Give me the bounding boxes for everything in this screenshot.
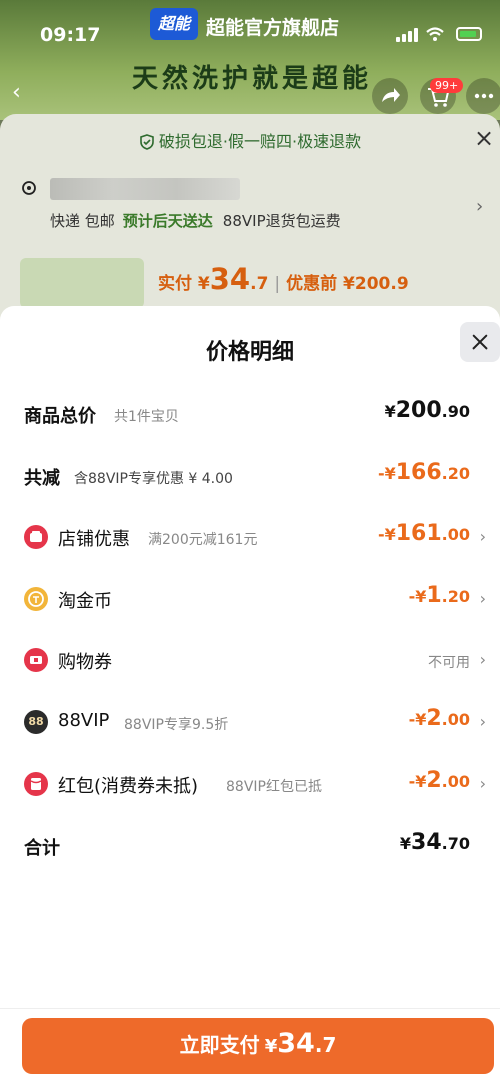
- row-88vip[interactable]: 88 88VIP 88VIP专享9.5折 -¥2.00 ›: [0, 702, 500, 742]
- pay-button-content: 立即支付 ¥34.7: [22, 1018, 494, 1059]
- chevron-right-icon: ›: [479, 774, 486, 793]
- shield-check-icon: [140, 134, 154, 150]
- battery-icon: [456, 27, 482, 41]
- row-label: 购物券: [58, 652, 112, 673]
- guarantee-banner: 破损包退·假一赔四·极速退款: [0, 128, 500, 152]
- row-total-discount: 共减 含88VIP专享优惠 ¥ 4.00 -¥166.20: [0, 456, 500, 496]
- actual-label: 实付 ¥: [158, 274, 210, 294]
- wifi-icon: [426, 27, 444, 41]
- more-icon[interactable]: [466, 78, 500, 114]
- chevron-right-icon: ›: [479, 527, 486, 546]
- row-sub: 共1件宝贝: [114, 409, 179, 425]
- row-label: 合计: [24, 838, 60, 859]
- actual-int: 34: [209, 262, 251, 296]
- cart-badge: 99+: [430, 78, 464, 93]
- store-logo: 超能: [150, 8, 198, 40]
- price-detail-modal: 价格明细 商品总价 共1件宝贝 ¥200.90 共减 含88VIP专享优惠 ¥ …: [0, 306, 500, 1082]
- pay-dec: .7: [314, 1033, 337, 1057]
- row-sub: 88VIP红包已抵: [226, 779, 322, 795]
- row-amount: -¥166.20: [377, 460, 470, 485]
- ship-method: 快递 包邮: [50, 212, 115, 230]
- row-red-packet[interactable]: 红包(消费券未抵) 88VIP红包已抵 -¥2.00 ›: [0, 764, 500, 804]
- modal-title: 价格明细: [205, 340, 294, 365]
- row-label: 商品总价: [24, 406, 96, 427]
- row-shopping-voucher[interactable]: 购物券 不可用 ›: [0, 640, 500, 680]
- guarantee-text: 破损包退·假一赔四·极速退款: [158, 132, 362, 151]
- location-icon: [22, 181, 36, 195]
- row-sub: 含88VIP专享优惠 ¥ 4.00: [74, 471, 233, 487]
- row-label: 88VIP: [58, 710, 110, 731]
- chevron-right-icon: ›: [479, 712, 486, 731]
- row-amount: ¥200.90: [384, 398, 470, 423]
- chevron-right-icon: ›: [479, 650, 486, 669]
- row-amount: -¥2.00: [408, 706, 470, 731]
- coin-icon: [24, 587, 48, 611]
- before-price: 优惠前 ¥200.9: [286, 274, 409, 294]
- row-label: 店铺优惠: [58, 529, 130, 550]
- pay-currency: ¥: [264, 1036, 278, 1057]
- back-icon[interactable]: ‹: [12, 80, 42, 110]
- price-summary[interactable]: 实付 ¥34.7 | 优惠前 ¥200.9: [158, 262, 409, 296]
- chevron-right-icon[interactable]: ›: [476, 196, 483, 217]
- pay-label: 立即支付: [179, 1033, 260, 1057]
- row-amount: -¥1.20: [408, 583, 470, 608]
- row-grand-total: 合计 ¥34.70: [0, 826, 500, 866]
- product-thumbnail[interactable]: [20, 258, 144, 308]
- actual-dec: .7: [250, 274, 269, 294]
- shipping-info: 快递 包邮 预计后天送达 88VIP退货包运费: [50, 210, 341, 231]
- vip-icon: 88: [24, 710, 48, 734]
- row-sub: 88VIP专享9.5折: [124, 717, 229, 733]
- share-icon[interactable]: [372, 78, 408, 114]
- row-status: 不可用: [428, 655, 470, 671]
- row-total-goods: 商品总价 共1件宝贝 ¥200.90: [0, 394, 500, 434]
- store-slogan: 天然洗护就是超能: [132, 64, 373, 94]
- status-time: 09:17: [40, 24, 101, 46]
- ship-vip: 88VIP退货包运费: [222, 212, 341, 230]
- row-label: 共减: [24, 468, 60, 489]
- red-packet-icon: [24, 772, 48, 796]
- store-coupon-icon: [24, 525, 48, 549]
- row-amount: ¥34.70: [399, 830, 470, 855]
- ship-eta: 预计后天送达: [122, 212, 213, 230]
- row-sub: 满200元减161元: [148, 532, 258, 548]
- address-redacted[interactable]: [50, 178, 240, 200]
- signal-icon: [396, 28, 418, 42]
- row-store-discount[interactable]: 店铺优惠 满200元减161元 -¥161.00 ›: [0, 517, 500, 557]
- row-amount: -¥2.00: [408, 768, 470, 793]
- close-icon[interactable]: [460, 322, 500, 362]
- pay-int: 34: [277, 1028, 315, 1059]
- row-taojinbi[interactable]: 淘金币 -¥1.20 ›: [0, 579, 500, 619]
- row-amount: -¥161.00: [377, 521, 470, 546]
- row-label: 淘金币: [58, 591, 112, 612]
- store-brand[interactable]: 超能 超能官方旗舰店: [150, 8, 370, 44]
- pay-now-button[interactable]: 立即支付 ¥34.7: [22, 1018, 494, 1074]
- row-label: 红包(消费券未抵): [58, 776, 199, 797]
- close-sheet-icon[interactable]: ×: [470, 124, 498, 152]
- footer-divider: [0, 1008, 500, 1009]
- chevron-right-icon: ›: [479, 589, 486, 608]
- voucher-icon: [24, 648, 48, 672]
- store-name: 超能官方旗舰店: [206, 17, 340, 39]
